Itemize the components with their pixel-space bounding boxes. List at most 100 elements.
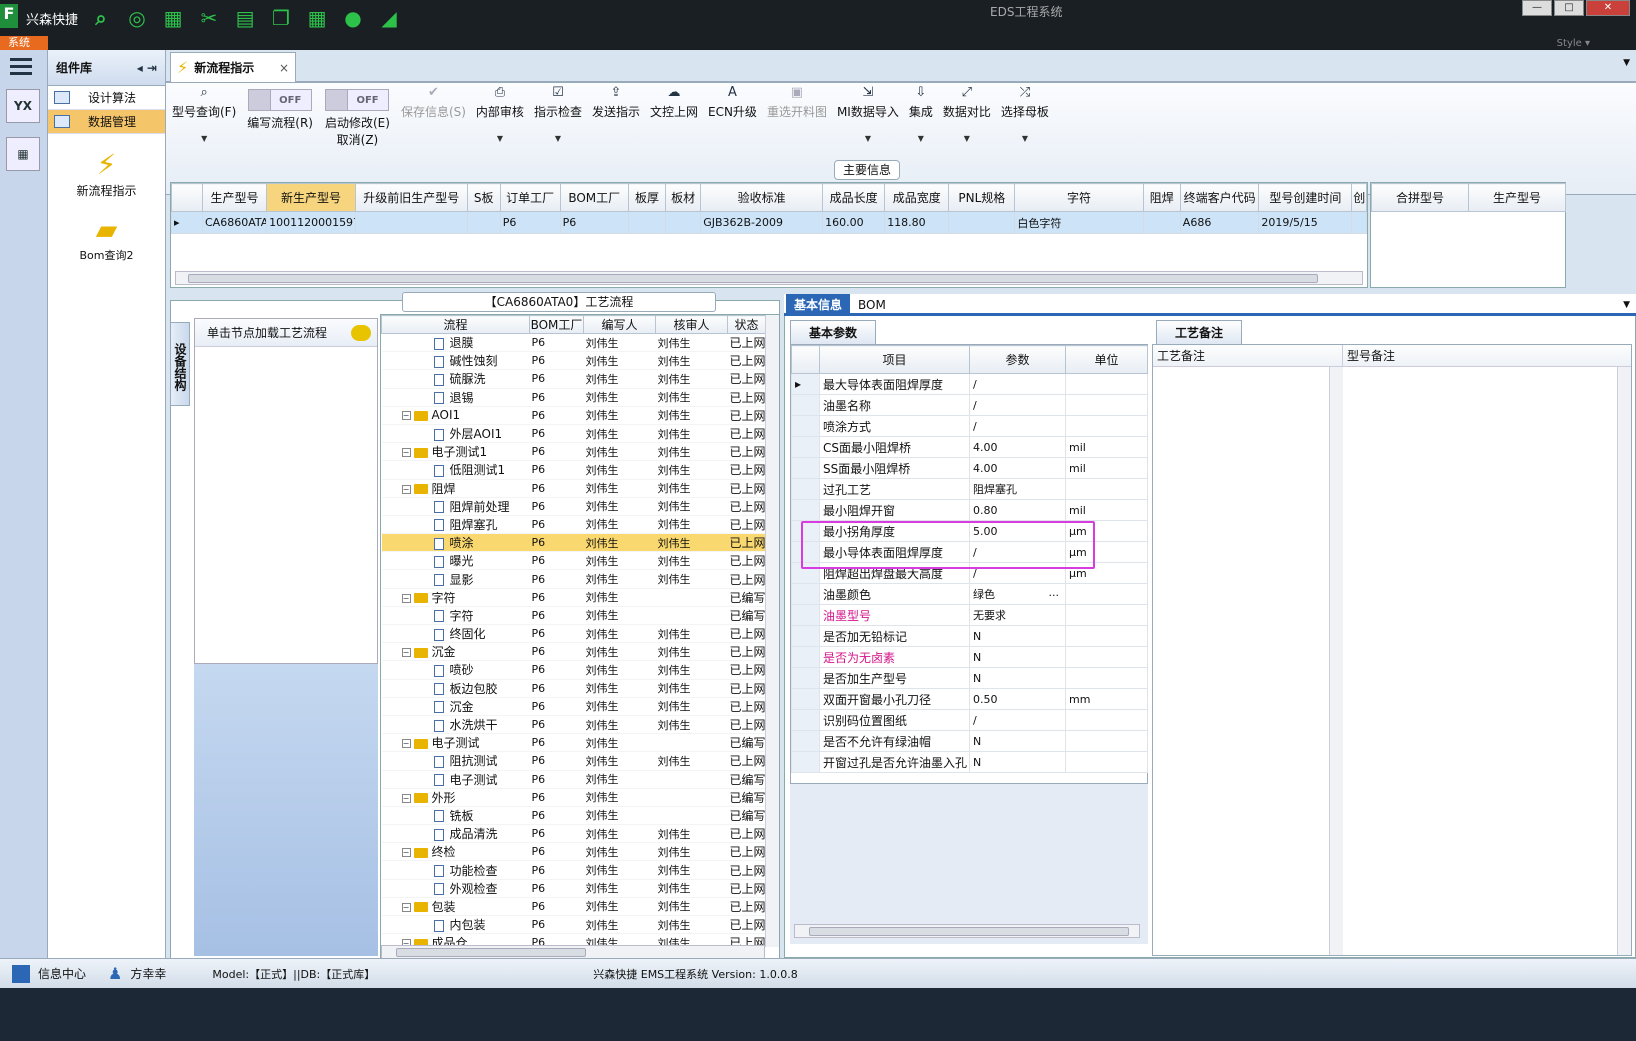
minimize-button[interactable]: — bbox=[1522, 0, 1552, 16]
globe-icon[interactable]: ◎ bbox=[124, 5, 150, 31]
column-header[interactable]: 状态 bbox=[727, 315, 766, 334]
process-row[interactable]: 阻焊塞孔 P6 刘伟生 刘伟生 已上网 bbox=[381, 515, 766, 535]
process-status-cell[interactable]: 已上网 bbox=[727, 624, 766, 644]
process-bom-cell[interactable]: P6 bbox=[529, 751, 584, 771]
process-bom-cell[interactable]: P6 bbox=[529, 569, 584, 589]
process-writer-cell[interactable]: 刘伟生 bbox=[583, 806, 656, 826]
table-cell[interactable]: 10011200015972 bbox=[266, 211, 356, 234]
collapse-icon[interactable]: − bbox=[401, 593, 411, 603]
tab-process-notes[interactable]: 工艺备注 bbox=[1156, 320, 1243, 344]
table-row[interactable]: ▸ CA6860ATA010011200015972 P6P6 GJB362B-20… bbox=[171, 211, 1367, 234]
process-status-cell[interactable]: 已编写 bbox=[727, 770, 766, 789]
dropdown-icon[interactable]: ▼ bbox=[497, 134, 503, 143]
param-value[interactable]: 4.00 bbox=[969, 457, 1066, 479]
process-status-cell[interactable]: 已上网 bbox=[727, 715, 766, 735]
reselect-cutting-chart-button[interactable]: ▣ 重选开料图 bbox=[762, 83, 832, 194]
process-status-cell[interactable]: 已编写 bbox=[727, 588, 766, 607]
param-row[interactable]: 油墨颜色 绿色... bbox=[791, 583, 1148, 605]
process-status-cell[interactable]: 已上网 bbox=[727, 751, 766, 771]
horizontal-scrollbar[interactable] bbox=[175, 271, 1363, 285]
column-header[interactable]: 阻焊 bbox=[1142, 183, 1181, 212]
tab-basic-params[interactable]: 基本参数 bbox=[790, 320, 877, 344]
param-row[interactable]: 喷涂方式 / bbox=[791, 415, 1148, 437]
toggle-switch[interactable]: OFF bbox=[325, 89, 390, 111]
process-reviewer-cell[interactable]: 刘伟生 bbox=[655, 715, 728, 735]
dropdown-icon[interactable]: ▼ bbox=[865, 134, 871, 143]
param-row[interactable]: ▸ 最大导体表面阻焊厚度 / bbox=[791, 373, 1148, 395]
cancel-edit-button[interactable]: 取消(Z) bbox=[337, 131, 379, 148]
process-bom-cell[interactable]: P6 bbox=[529, 660, 584, 680]
process-bom-cell[interactable]: P6 bbox=[529, 788, 584, 807]
process-bom-cell[interactable]: P6 bbox=[529, 351, 584, 371]
process-row[interactable]: − 包装 P6 刘伟生 刘伟生 已上网 bbox=[381, 897, 766, 917]
param-row[interactable]: 油墨型号 无要求 bbox=[791, 604, 1148, 626]
process-status-cell[interactable]: 已上网 bbox=[727, 442, 766, 462]
param-value[interactable]: N bbox=[969, 667, 1066, 689]
ellipsis-button[interactable]: ... bbox=[1049, 586, 1060, 599]
process-row[interactable]: 沉金 P6 刘伟生 刘伟生 已上网 bbox=[381, 697, 766, 716]
dropdown-icon[interactable]: ▼ bbox=[555, 134, 561, 143]
process-reviewer-cell[interactable]: 刘伟生 bbox=[655, 642, 728, 662]
process-writer-cell[interactable]: 刘伟生 bbox=[583, 388, 656, 407]
table-cell[interactable]: 118.80 bbox=[884, 211, 950, 234]
process-reviewer-cell[interactable]: 刘伟生 bbox=[655, 842, 728, 862]
param-row[interactable]: SS面最小阻焊桥 4.00 mil bbox=[791, 457, 1148, 479]
param-value[interactable]: 阻焊塞孔 bbox=[969, 478, 1066, 500]
process-status-cell[interactable]: 已上网 bbox=[727, 842, 766, 862]
process-writer-cell[interactable]: 刘伟生 bbox=[583, 642, 656, 662]
column-header[interactable]: 终端客户代码 bbox=[1179, 183, 1260, 212]
search-icon[interactable]: ⌕ bbox=[88, 5, 114, 31]
chart-icon[interactable]: ◢ bbox=[376, 5, 402, 31]
process-reviewer-cell[interactable]: 刘伟生 bbox=[655, 333, 728, 353]
process-reviewer-cell[interactable]: 刘伟生 bbox=[655, 388, 728, 407]
merge-model-header[interactable]: 合拼型号 bbox=[1371, 183, 1469, 212]
process-writer-cell[interactable]: 刘伟生 bbox=[583, 406, 656, 425]
select-motherboard-button[interactable]: ⤮ 选择母板 ▼ bbox=[996, 83, 1054, 194]
process-bom-cell[interactable]: P6 bbox=[529, 770, 584, 789]
process-bom-cell[interactable]: P6 bbox=[529, 897, 584, 917]
send-instruction-button[interactable]: ⇪ 发送指示 bbox=[587, 83, 645, 194]
info-center-button[interactable]: 信息中心 bbox=[12, 964, 86, 983]
table-cell[interactable] bbox=[627, 211, 667, 234]
process-reviewer-cell[interactable]: 刘伟生 bbox=[655, 442, 728, 462]
process-writer-cell[interactable]: 刘伟生 bbox=[583, 479, 656, 498]
process-bom-cell[interactable]: P6 bbox=[529, 824, 584, 844]
column-header[interactable]: 参数 bbox=[969, 345, 1066, 374]
collapse-icon[interactable]: − bbox=[401, 793, 411, 803]
process-bom-cell[interactable]: P6 bbox=[529, 697, 584, 716]
column-header[interactable]: BOM工厂 bbox=[529, 315, 584, 334]
process-bom-cell[interactable]: P6 bbox=[529, 515, 584, 535]
dropdown-icon[interactable]: ▼ bbox=[1022, 134, 1028, 143]
process-row[interactable]: 内包装 P6 刘伟生 刘伟生 已上网 bbox=[381, 915, 766, 935]
param-value[interactable]: 绿色... bbox=[969, 583, 1066, 605]
dropdown-icon[interactable]: ▼ bbox=[964, 134, 970, 143]
table-cell[interactable] bbox=[948, 211, 1016, 234]
param-row[interactable]: 识别码位置图纸 / bbox=[791, 709, 1148, 731]
collapse-icon[interactable]: − bbox=[401, 739, 411, 749]
column-header[interactable]: 字符 bbox=[1014, 183, 1144, 212]
process-reviewer-cell[interactable]: 刘伟生 bbox=[655, 533, 728, 553]
param-row[interactable]: CS面最小阻焊桥 4.00 mil bbox=[791, 436, 1148, 458]
param-row[interactable]: 是否加无铅标记 N bbox=[791, 625, 1148, 647]
process-reviewer-cell[interactable]: 刘伟生 bbox=[655, 497, 728, 516]
model-notes-header[interactable]: 型号备注 bbox=[1343, 345, 1631, 366]
column-header[interactable]: 成品长度 bbox=[822, 183, 886, 212]
column-header[interactable]: PNL规格 bbox=[948, 183, 1016, 212]
column-header[interactable]: 升级前旧生产型号 bbox=[354, 183, 468, 212]
dropdown-icon[interactable]: ▼ bbox=[201, 134, 207, 143]
process-status-cell[interactable]: 已上网 bbox=[727, 460, 766, 480]
param-row[interactable]: 是否加生产型号 N bbox=[791, 667, 1148, 689]
vertical-scrollbar[interactable] bbox=[1329, 367, 1343, 955]
param-row[interactable]: 开窗过孔是否允许油墨入孔 N bbox=[791, 751, 1148, 773]
process-writer-cell[interactable]: 刘伟生 bbox=[583, 879, 656, 898]
process-writer-cell[interactable]: 刘伟生 bbox=[583, 369, 656, 389]
param-row[interactable]: 双面开窗最小孔刀径 0.50 mm bbox=[791, 688, 1148, 710]
process-status-cell[interactable]: 已编写 bbox=[727, 606, 766, 626]
process-status-cell[interactable]: 已编写 bbox=[727, 806, 766, 826]
column-header[interactable]: 流程 bbox=[381, 315, 530, 334]
table-icon[interactable]: ▦ bbox=[160, 5, 186, 31]
column-header[interactable]: 验收标准 bbox=[700, 183, 824, 212]
param-value[interactable]: 0.50 bbox=[969, 688, 1066, 710]
process-writer-cell[interactable]: 刘伟生 bbox=[583, 679, 656, 698]
column-header[interactable]: 新生产型号 bbox=[266, 183, 356, 212]
